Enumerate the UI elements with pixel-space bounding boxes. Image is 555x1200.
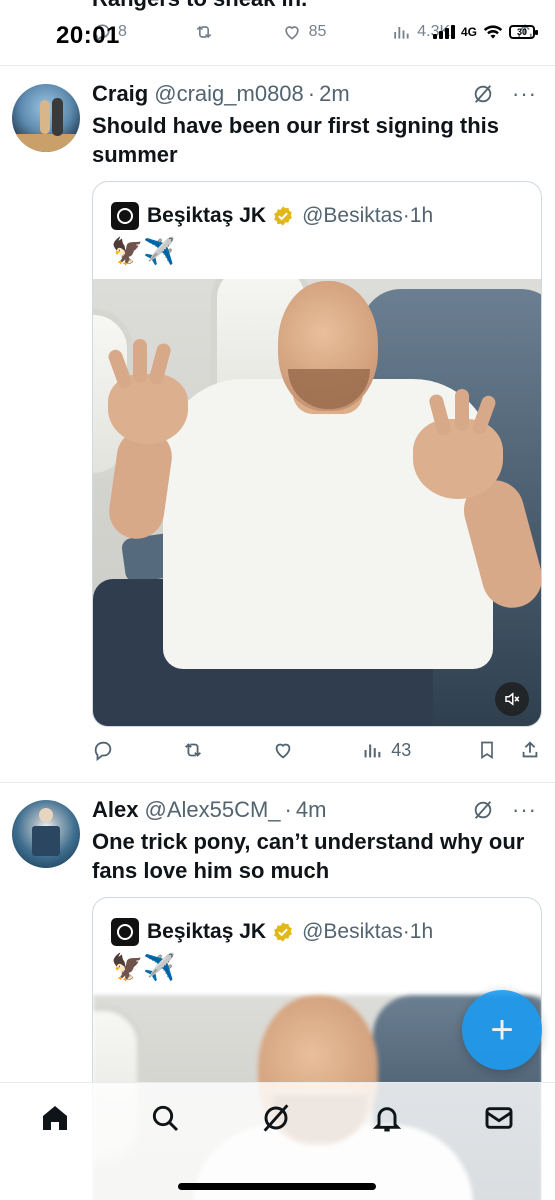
- share-icon: [522, 741, 538, 758]
- tweet-time: 4m: [295, 797, 327, 822]
- heart-icon: [284, 26, 299, 40]
- grok-icon[interactable]: [472, 83, 494, 105]
- nav-messages[interactable]: [482, 1101, 516, 1135]
- tweet-actions: 43: [92, 739, 541, 761]
- grok-icon: [263, 1104, 289, 1132]
- retweet-button[interactable]: [180, 739, 206, 761]
- reply-icon: [94, 741, 112, 761]
- views-icon: [364, 744, 381, 758]
- quoted-tweet-text: 🦅✈️: [111, 236, 176, 266]
- like-button[interactable]: [271, 739, 295, 761]
- secondary-actions: [477, 739, 541, 761]
- battery-icon: 30: [509, 25, 538, 39]
- home-indicator: [178, 1183, 376, 1190]
- besiktas-logo-icon: [111, 918, 139, 946]
- quoted-tweet-time: 1h: [409, 204, 434, 227]
- quoted-tweet[interactable]: Beşiktaş JK @Besiktas · 1h 🦅✈️: [92, 181, 542, 727]
- signal-icon: [432, 25, 455, 39]
- quoted-tweet-time: 1h: [409, 920, 434, 943]
- author-name[interactable]: Craig: [92, 81, 148, 107]
- views-icon: [394, 27, 409, 39]
- avatar[interactable]: [12, 800, 80, 868]
- quoted-author-handle: @Besiktas: [302, 920, 403, 943]
- previous-tweet-text: Rangers to sneak in.: [92, 0, 307, 12]
- quoted-tweet-text: 🦅✈️: [111, 952, 176, 982]
- besiktas-logo-icon: [111, 202, 139, 230]
- retweet-icon: [184, 743, 201, 757]
- battery-level: 30: [516, 27, 527, 37]
- network-label: 4G: [460, 25, 477, 39]
- tweet-header: Craig @craig_m0808 · 2m ···: [92, 81, 537, 107]
- author-handle[interactable]: @craig_m0808: [154, 81, 304, 107]
- previous-retweet-button[interactable]: [192, 22, 216, 42]
- nav-grok[interactable]: [259, 1101, 293, 1135]
- mute-icon: [505, 692, 520, 706]
- compose-button[interactable]: +: [462, 990, 542, 1070]
- nav-home[interactable]: [38, 1101, 72, 1135]
- quoted-tweet-video[interactable]: [93, 279, 541, 726]
- previous-like-count: 85: [308, 23, 327, 40]
- quoted-tweet-header: Beşiktaş JK @Besiktas · 1h: [111, 918, 433, 946]
- quoted-author-name: Beşiktaş JK: [147, 204, 267, 227]
- notifications-icon: [372, 1107, 402, 1132]
- tweet-text: Should have been our first signing this …: [92, 113, 500, 167]
- bottom-navigation: [0, 1082, 555, 1200]
- tweet-text: One trick pony, can’t understand why our…: [92, 829, 525, 883]
- mute-button[interactable]: [495, 682, 529, 716]
- status-time: 20:01: [56, 22, 120, 49]
- bookmark-button[interactable]: [477, 739, 497, 761]
- avatar[interactable]: [12, 84, 80, 152]
- compose-plus-icon: +: [490, 1008, 514, 1052]
- wifi-icon: [483, 25, 503, 39]
- reply-button[interactable]: [92, 739, 114, 761]
- nav-notifications[interactable]: [370, 1101, 404, 1135]
- quoted-author-name: Beşiktaş JK: [147, 920, 267, 943]
- tweet-craig[interactable]: Craig @craig_m0808 · 2m ··· Should have …: [0, 67, 555, 783]
- messages-icon: [485, 1107, 513, 1129]
- grok-icon[interactable]: [472, 799, 494, 821]
- share-button[interactable]: [519, 739, 541, 761]
- status-indicators: 4G 30: [432, 24, 538, 40]
- search-icon: [152, 1105, 179, 1132]
- previous-like-button[interactable]: 85: [281, 22, 327, 42]
- bookmark-icon: [481, 741, 493, 760]
- quoted-tweet-header: Beşiktaş JK @Besiktas · 1h: [111, 202, 433, 230]
- heart-icon: [276, 743, 291, 759]
- nav-search[interactable]: [148, 1101, 182, 1135]
- home-icon: [43, 1106, 67, 1130]
- author-handle[interactable]: @Alex55CM_: [144, 797, 280, 823]
- author-name[interactable]: Alex: [92, 797, 138, 823]
- verified-badge-icon: [274, 206, 292, 226]
- verified-badge-icon: [274, 922, 292, 942]
- quoted-author-handle: @Besiktas: [302, 204, 403, 227]
- more-options-icon[interactable]: ···: [512, 83, 537, 105]
- views-button[interactable]: 43: [361, 739, 411, 761]
- tweet-time: 2m: [319, 81, 350, 106]
- more-options-icon[interactable]: ···: [512, 799, 537, 821]
- tweet-header: Alex @Alex55CM_ · 4m ···: [92, 797, 537, 823]
- top-strip: Rangers to sneak in. 8 85 4.3K 20:01 4G …: [0, 0, 555, 66]
- views-count: 43: [391, 739, 412, 760]
- retweet-icon: [196, 25, 212, 39]
